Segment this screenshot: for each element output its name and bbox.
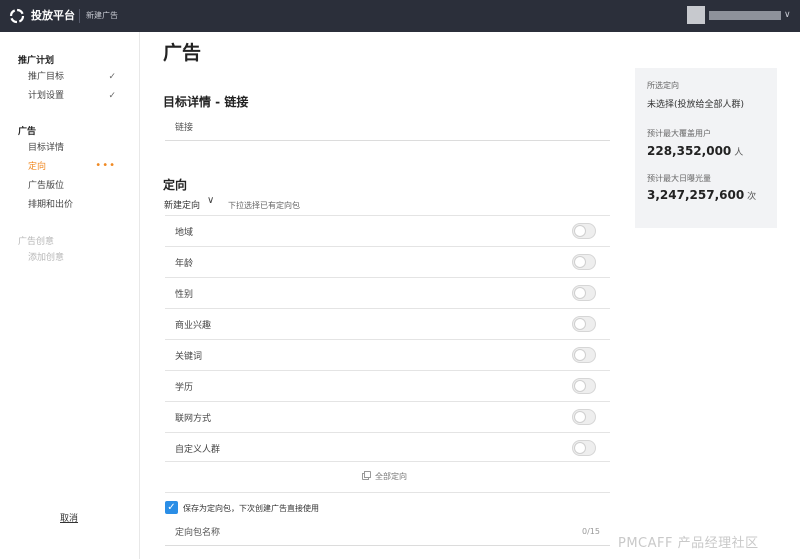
- coverage-label: 预计最大覆盖用户: [647, 129, 711, 138]
- brand-name[interactable]: 投放平台: [31, 8, 75, 24]
- check-icon: ✓: [108, 72, 116, 82]
- toggle-knob: [574, 256, 586, 268]
- cancel-link[interactable]: 取消: [60, 511, 78, 524]
- targeting-summary-panel: 所选定向 未选择(投放给全部人群) 预计最大覆盖用户 228,352,000 人 …: [635, 68, 777, 228]
- save-package-checkbox[interactable]: ✓: [165, 501, 178, 514]
- sidebar-item-label: 广告版位: [28, 181, 65, 191]
- exposure-label: 预计最大日曝光量: [647, 174, 711, 183]
- sidebar: 推广计划 推广目标 ✓ 计划设置 ✓ 广告 目标详情 定向 ••• 广告版位 排…: [0, 32, 140, 559]
- targeting-row: 自定义人群: [165, 432, 610, 462]
- targeting-toggle[interactable]: [572, 285, 596, 301]
- targeting-section-title: 定向: [163, 178, 188, 192]
- exposure-number: 3,247,257,600: [647, 188, 745, 202]
- toggle-knob: [574, 380, 586, 392]
- page-title: 广告: [163, 42, 202, 64]
- sidebar-item-label: 目标详情: [28, 143, 65, 153]
- targeting-row-label: 地域: [175, 228, 194, 238]
- sidebar-item-placement[interactable]: 广告版位: [28, 179, 116, 193]
- coverage-value: 228,352,000 人: [647, 144, 743, 158]
- sidebar-item-label: 排期和出价: [28, 200, 74, 210]
- sidebar-item-label: 定向: [28, 162, 47, 172]
- exposure-unit: 次: [747, 192, 757, 202]
- link-input-placeholder: 链接: [175, 123, 194, 133]
- sidebar-item-add-creative: 添加创意: [28, 251, 116, 265]
- chevron-down-icon[interactable]: ∨: [207, 195, 214, 206]
- sidebar-group-creative: 广告创意: [18, 237, 55, 247]
- package-name-input[interactable]: 定向包名称: [175, 525, 220, 538]
- exposure-value: 3,247,257,600 次: [647, 188, 756, 202]
- targeting-row: 学历: [165, 370, 610, 400]
- targeting-toggle[interactable]: [572, 347, 596, 363]
- targeting-row-label: 年龄: [175, 259, 194, 269]
- targeting-row: 商业兴趣: [165, 308, 610, 338]
- save-package-label: 保存为定向包，下次创建广告直接使用: [183, 504, 319, 513]
- targeting-row-label: 商业兴趣: [175, 321, 212, 331]
- goal-section-title: 目标详情 - 链接: [163, 95, 249, 109]
- new-target-dropdown[interactable]: 新建定向: [164, 198, 200, 211]
- targeting-row: 联网方式: [165, 401, 610, 431]
- breadcrumb: 新建广告: [86, 11, 118, 20]
- targeting-row: 年龄: [165, 246, 610, 276]
- avatar[interactable]: [687, 6, 705, 24]
- sidebar-item-label: 推广目标: [28, 72, 65, 82]
- targeting-row: 地域: [165, 215, 610, 245]
- selected-targeting-value: 未选择(投放给全部人群): [647, 100, 745, 110]
- toggle-knob: [574, 318, 586, 330]
- targeting-toggle[interactable]: [572, 440, 596, 456]
- sidebar-item-goal[interactable]: 推广目标 ✓: [28, 70, 116, 84]
- link-input[interactable]: 链接: [165, 112, 610, 141]
- username-redacted[interactable]: [709, 11, 781, 20]
- more-icon: •••: [95, 160, 116, 171]
- targeting-toggle[interactable]: [572, 316, 596, 332]
- toggle-knob: [574, 287, 586, 299]
- coverage-number: 228,352,000: [647, 144, 732, 158]
- targeting-row-label: 性别: [175, 290, 194, 300]
- divider: [165, 461, 610, 462]
- header-divider: [79, 9, 80, 23]
- copy-icon[interactable]: [362, 471, 371, 480]
- divider: [165, 545, 610, 546]
- coverage-unit: 人: [734, 148, 744, 158]
- sidebar-item-label: 添加创意: [28, 253, 65, 263]
- divider: [165, 492, 610, 493]
- targeting-toggle[interactable]: [572, 378, 596, 394]
- sidebar-item-goal-details[interactable]: 目标详情: [28, 141, 116, 155]
- targeting-row: 关键词: [165, 339, 610, 369]
- package-name-count: 0/15: [582, 527, 600, 536]
- targeting-toggle[interactable]: [572, 223, 596, 239]
- targeting-toggle[interactable]: [572, 409, 596, 425]
- sidebar-item-label: 计划设置: [28, 91, 65, 101]
- all-targets-button[interactable]: 全部定向: [375, 471, 407, 482]
- watermark: PMCAFF 产品经理社区: [618, 536, 759, 551]
- sidebar-item-targeting[interactable]: 定向 •••: [28, 160, 116, 174]
- targeting-toggle[interactable]: [572, 254, 596, 270]
- targeting-row-label: 联网方式: [175, 414, 212, 424]
- selected-targeting-label: 所选定向: [647, 81, 679, 90]
- logo-icon: [9, 8, 25, 24]
- sidebar-item-plan-settings[interactable]: 计划设置 ✓: [28, 89, 116, 103]
- targeting-row-label: 关键词: [175, 352, 203, 362]
- sidebar-item-schedule-bid[interactable]: 排期和出价: [28, 198, 116, 212]
- chevron-down-icon[interactable]: ∨: [784, 8, 791, 22]
- toggle-knob: [574, 225, 586, 237]
- toggle-knob: [574, 442, 586, 454]
- check-icon: ✓: [108, 91, 116, 101]
- target-hint: 下拉选择已有定向包: [228, 201, 300, 210]
- top-bar: 投放平台 新建广告 ∨: [0, 0, 800, 32]
- sidebar-group-plan: 推广计划: [18, 56, 55, 66]
- targeting-row-label: 自定义人群: [175, 445, 221, 455]
- toggle-knob: [574, 411, 586, 423]
- toggle-knob: [574, 349, 586, 361]
- targeting-row: 性别: [165, 277, 610, 307]
- targeting-row-label: 学历: [175, 383, 194, 393]
- sidebar-group-ad: 广告: [18, 127, 37, 137]
